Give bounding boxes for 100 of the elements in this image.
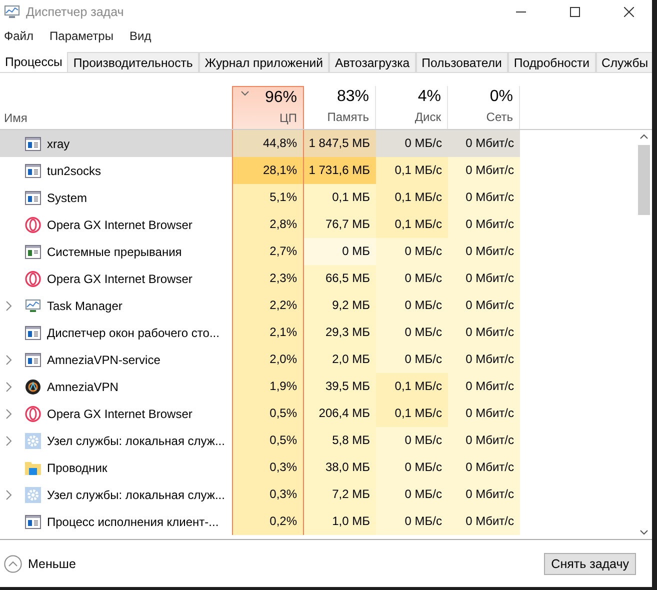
tab[interactable]: Подробности: [508, 52, 596, 72]
window-icon: [25, 136, 41, 150]
table-cell: 0 Мбит/с: [448, 346, 520, 373]
process-row[interactable]: Узел службы: локальная служ... 0,5% 5,8 МБ 0 МБ/с 0 Мбит/с: [0, 427, 635, 454]
collapse-icon[interactable]: [4, 554, 22, 572]
table-cell: 0,1 МБ: [304, 184, 376, 211]
process-name: AmneziaVPN-service: [47, 352, 160, 366]
table-cell: 5,1%: [232, 184, 304, 211]
process-row[interactable]: Процесс исполнения клиент-... 0,2% 1,0 МБ 0 МБ/с 0 Мбит/с: [0, 508, 635, 535]
window-icon: [25, 190, 41, 204]
process-row[interactable]: AmneziaVPN-service 2,0% 2,0 МБ 0 МБ/с 0 Мбит/с: [0, 346, 635, 373]
folder-icon: [25, 460, 41, 474]
table-cell: 0 Мбит/с: [448, 211, 520, 238]
table-cell: 0 Мбит/с: [448, 454, 520, 481]
table-cell: 76,7 МБ: [304, 211, 376, 238]
scroll-up-icon[interactable]: [640, 134, 648, 139]
table-cell: 2,1%: [232, 319, 304, 346]
table-cell: 2,2%: [232, 292, 304, 319]
process-name: Opera GX Internet Browser: [47, 406, 192, 420]
column-header[interactable]: 96% ЦП: [232, 86, 304, 129]
window-icon: [25, 352, 41, 366]
process-name: xray: [47, 136, 70, 150]
table-cell: 0 Мбит/с: [448, 481, 520, 508]
maximize-icon[interactable]: [570, 7, 580, 17]
expand-chevron-icon[interactable]: [6, 436, 12, 446]
table-cell: 0 Мбит/с: [448, 265, 520, 292]
table-cell: 0 МБ/с: [376, 130, 448, 157]
expand-chevron-icon[interactable]: [6, 408, 12, 418]
monitor-chart-icon: [25, 298, 41, 314]
tab[interactable]: Производительность: [67, 52, 199, 72]
process-name: Процесс исполнения клиент-...: [47, 514, 219, 528]
fewer-details-link[interactable]: Меньше: [28, 556, 76, 570]
table-cell: 5,8 МБ: [304, 427, 376, 454]
menu-item[interactable]: Вид: [129, 29, 152, 43]
window-title: Диспетчер задач: [26, 5, 124, 19]
table-cell: 1,0 МБ: [304, 508, 376, 535]
process-row[interactable]: xray 44,8% 1 847,5 МБ 0 МБ/с 0 Мбит/с: [0, 130, 635, 157]
window-icon: [25, 164, 41, 178]
process-name: tun2socks: [47, 164, 102, 178]
window-icon: [25, 326, 41, 340]
table-cell: 44,8%: [232, 130, 304, 157]
process-row[interactable]: Системные прерывания 2,7% 0 МБ 0 МБ/с 0 Мбит/с: [0, 238, 635, 265]
process-row[interactable]: Opera GX Internet Browser 0,5% 206,4 МБ 0,1 МБ/с 0 Мбит/с: [0, 400, 635, 427]
expand-chevron-icon[interactable]: [6, 382, 12, 392]
process-row[interactable]: Проводник 0,3% 38,0 МБ 0 МБ/с 0 Мбит/с: [0, 454, 635, 481]
round-logo-icon: [25, 378, 41, 394]
process-row[interactable]: Диспетчер окон рабочего сто... 2,1% 29,3 МБ 0 МБ/с 0 Мбит/с: [0, 319, 635, 346]
expand-chevron-icon[interactable]: [6, 300, 12, 310]
column-header[interactable]: 0% Сеть: [448, 86, 520, 129]
process-row[interactable]: AmneziaVPN 1,9% 39,5 МБ 0,1 МБ/с 0 Мбит/с: [0, 373, 635, 400]
process-name: Проводник: [47, 460, 108, 474]
gear-icon: [25, 486, 41, 502]
table-cell: 66,5 МБ: [304, 265, 376, 292]
table-cell: 0 Мбит/с: [448, 373, 520, 400]
tab[interactable]: Пользователи: [416, 52, 508, 72]
table-cell: 29,3 МБ: [304, 319, 376, 346]
expand-chevron-icon[interactable]: [6, 490, 12, 500]
process-row[interactable]: Opera GX Internet Browser 2,3% 66,5 МБ 0 МБ/с 0 Мбит/с: [0, 265, 635, 292]
process-row[interactable]: Узел службы: локальная служ... 0,3% 7,2 МБ 0 МБ/с 0 Мбит/с: [0, 481, 635, 508]
table-cell: 0,1 МБ/с: [376, 157, 448, 184]
table-cell: 0,1 МБ/с: [376, 373, 448, 400]
tab[interactable]: Журнал приложений: [198, 52, 330, 72]
process-row[interactable]: Task Manager 2,2% 9,2 МБ 0 МБ/с 0 Мбит/с: [0, 292, 635, 319]
process-row[interactable]: Opera GX Internet Browser 2,8% 76,7 МБ 0,1 МБ/с 0 Мбит/с: [0, 211, 635, 238]
scroll-thumb[interactable]: [638, 145, 650, 215]
table-cell: 0 Мбит/с: [448, 400, 520, 427]
tab[interactable]: Службы: [596, 52, 652, 72]
menu-item[interactable]: Параметры: [50, 29, 114, 43]
menu-item[interactable]: Файл: [4, 29, 34, 43]
ring-icon: [25, 406, 41, 422]
process-name: System: [47, 190, 88, 204]
scroll-down-icon[interactable]: [640, 530, 648, 535]
table-cell: 1 847,5 МБ: [304, 130, 376, 157]
close-icon[interactable]: [624, 7, 634, 17]
process-name: Opera GX Internet Browser: [47, 272, 192, 286]
column-header[interactable]: 83% Память: [304, 86, 376, 129]
column-header[interactable]: 4% Диск: [376, 86, 448, 129]
table-cell: 0 МБ/с: [376, 454, 448, 481]
table-cell: 2,8%: [232, 211, 304, 238]
table-cell: 2,0%: [232, 346, 304, 373]
table-cell: 0,1 МБ/с: [376, 211, 448, 238]
table-cell: 2,3%: [232, 265, 304, 292]
column-header[interactable]: Имя: [0, 111, 232, 129]
table-cell: 0 Мбит/с: [448, 427, 520, 454]
table-cell: 0 МБ/с: [376, 427, 448, 454]
table-cell: 0 Мбит/с: [448, 292, 520, 319]
window-icon: [25, 244, 41, 258]
process-row[interactable]: System 5,1% 0,1 МБ 0,1 МБ/с 0 Мбит/с: [0, 184, 635, 211]
process-row[interactable]: tun2socks 28,1% 1 731,6 МБ 0,1 МБ/с 0 Мбит/с: [0, 157, 635, 184]
tab[interactable]: Автозагрузка: [329, 52, 416, 72]
table-cell: 0,5%: [232, 400, 304, 427]
table-cell: 1,9%: [232, 373, 304, 400]
table-cell: 0 Мбит/с: [448, 238, 520, 265]
table-cell: 0 МБ/с: [376, 508, 448, 535]
table-cell: 0 Мбит/с: [448, 130, 520, 157]
process-name: Диспетчер окон рабочего сто...: [47, 326, 220, 340]
end-task-button[interactable]: Снять задачу: [544, 552, 636, 574]
table-cell: 0,2%: [232, 508, 304, 535]
table-cell: 7,2 МБ: [304, 481, 376, 508]
expand-chevron-icon[interactable]: [6, 354, 12, 364]
